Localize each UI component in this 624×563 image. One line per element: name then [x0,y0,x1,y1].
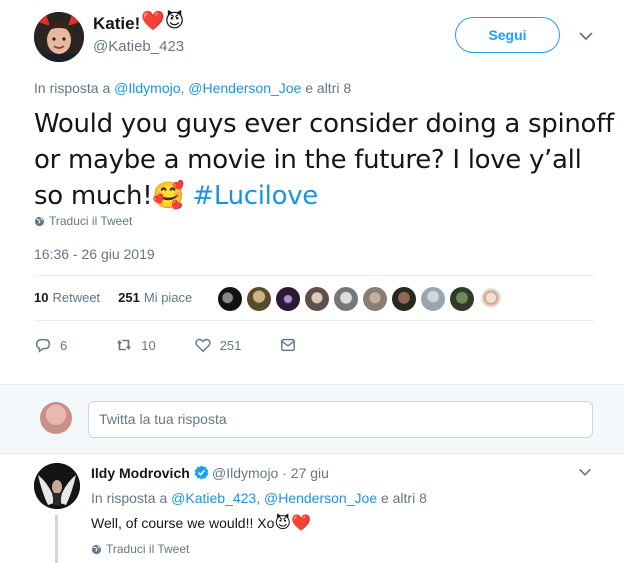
reply-user-link[interactable]: @Henderson_Joe [188,80,301,96]
liker-avatar[interactable] [276,287,300,311]
retweet-count: 10 [141,337,156,353]
tweet-emoji: 🥰 [152,181,185,211]
divider [34,275,594,276]
liker-avatar[interactable] [363,287,387,311]
dm-action[interactable] [279,336,297,354]
tweet-body: Would you guys ever consider doing a spi… [34,109,614,211]
reply-to-suffix[interactable]: e altri 8 [381,490,427,506]
heart-icon [195,338,211,353]
reply-icon [35,338,51,353]
name-emoji: ❤️😈 [141,11,185,32]
reply-tweet: Ildy Modrovich @Ildymojo · 27 giu In ris… [0,455,624,563]
likes-label[interactable]: Mi piace [144,290,192,305]
reply-user-link[interactable]: @Henderson_Joe [264,490,377,506]
envelope-icon [281,338,296,352]
author-display-name[interactable]: Katie! [93,14,140,34]
reply-text: Well, of course we would!! Xo😈❤️ [91,513,311,533]
translate-label[interactable]: Traduci il Tweet [106,542,189,556]
like-action[interactable]: 251 [194,336,242,354]
reply-user-link[interactable]: @Katieb_423 [171,490,256,506]
liker-avatar[interactable] [421,287,445,311]
author-avatar[interactable] [34,12,84,62]
reply-action[interactable]: 6 [34,336,67,354]
main-tweet: Katie! ❤️😈 @Katieb_423 Segui In risposta… [0,0,624,384]
reply-author-avatar[interactable] [34,463,80,509]
reply-to-line: In risposta a @Katieb_423, @Henderson_Jo… [91,490,427,506]
like-count: 251 [219,337,242,353]
follow-button[interactable]: Segui [455,17,560,53]
reply-to-prefix: In risposta a [34,80,111,96]
meta-separator: · [282,465,287,481]
likes-count[interactable]: 251 [118,290,140,305]
retweet-action[interactable]: 10 [115,336,156,354]
reply-count: 6 [60,337,68,353]
liker-avatar[interactable] [247,287,271,311]
likers-avatars [218,287,503,311]
divider [34,320,594,321]
liker-avatar[interactable] [218,287,242,311]
hashtag-link[interactable]: #Lucilove [192,181,318,211]
reply-to-line: In risposta a @Ildymojo, @Henderson_Joe … [34,80,351,96]
tweet-text: Would you guys ever consider doing a spi… [34,106,614,214]
reply-author-name[interactable]: Ildy Modrovich [91,465,190,481]
thread-line [55,515,58,563]
translate-label[interactable]: Traduci il Tweet [49,214,132,228]
reply-to-prefix: In risposta a [91,490,168,506]
reply-date[interactable]: 27 giu [291,465,329,481]
translate-tweet[interactable]: Traduci il Tweet [91,542,189,556]
reply-to-suffix[interactable]: e altri 8 [305,80,351,96]
reply-emoji: 😈❤️ [274,515,311,532]
tweet-actions: 6 10 251 [34,336,335,354]
globe-icon [34,216,45,226]
liker-avatar[interactable] [479,287,503,311]
current-user-avatar [40,402,72,434]
chevron-down-icon[interactable] [576,26,596,46]
retweets-label[interactable]: Retweet [52,290,100,305]
retweet-icon [117,339,132,351]
reply-composer: Twitta la tua risposta [0,384,624,454]
verified-badge-icon [194,465,209,480]
reply-user-separator: , [256,490,264,506]
liker-avatar[interactable] [305,287,329,311]
liker-avatar[interactable] [450,287,474,311]
reply-meta: @Ildymojo · 27 giu [212,465,329,481]
reply-author-handle[interactable]: @Ildymojo [212,465,278,481]
reply-input[interactable]: Twitta la tua risposta [88,401,593,438]
liker-avatar[interactable] [334,287,358,311]
reply-body: Well, of course we would!! Xo [91,515,275,531]
globe-icon [91,544,102,554]
author-handle[interactable]: @Katieb_423 [93,38,184,55]
retweets-count[interactable]: 10 [34,290,48,305]
chevron-down-icon[interactable] [576,463,594,481]
timestamp[interactable]: 16:36 - 26 giu 2019 [34,246,155,262]
liker-avatar[interactable] [392,287,416,311]
reply-user-link[interactable]: @Ildymojo [114,80,180,96]
engagement-stats: 10 Retweet 251 Mi piace [34,290,192,305]
translate-tweet[interactable]: Traduci il Tweet [34,214,132,228]
